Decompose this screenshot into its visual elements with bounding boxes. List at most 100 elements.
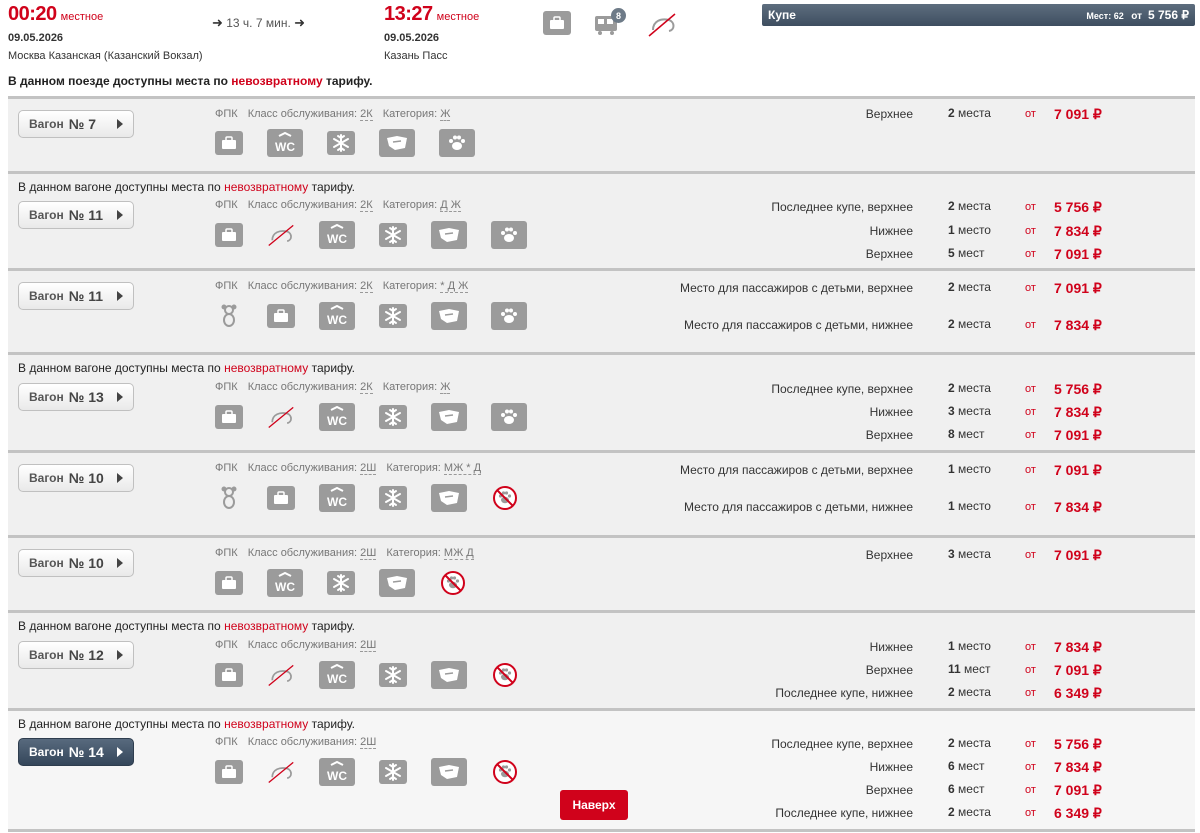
price-from-label: от	[1025, 248, 1036, 260]
price-from-label: от	[1025, 807, 1036, 819]
car-nonrefundable-note: В данном вагоне доступны места по невозв…	[18, 361, 355, 375]
seat-count: 6 мест	[948, 759, 985, 773]
amenity-icons: WC	[215, 129, 499, 157]
seat-offer-row[interactable]: Верхнее 8 мест от 7 091 ₽	[8, 427, 1195, 447]
price-from-label: от	[1025, 761, 1036, 773]
seat-offer-row[interactable]: Место для пассажиров с детьми, нижнее 1 м…	[8, 499, 1195, 519]
seat-offer-row[interactable]: Последнее купе, верхнее 2 места от 5 756 ₽	[8, 736, 1195, 756]
trip-header: 00:20 местное 09.05.2026 Москва Казанская…	[0, 0, 1200, 96]
trip-duration: ➜ 13 ч. 7 мин. ➜	[212, 15, 306, 30]
seat-price: 6 349 ₽	[1054, 805, 1102, 821]
car-block: Вагон № 10 ФПК Класс обслуживания: 2Ш Катего…	[8, 450, 1195, 535]
seat-offer-row[interactable]: Последнее купе, верхнее 2 места от 5 756 ₽	[8, 381, 1195, 401]
departure-date: 09.05.2026	[8, 32, 64, 44]
seat-type: Верхнее	[865, 663, 913, 677]
seat-count: 2 места	[948, 381, 991, 395]
seat-count: 2 места	[948, 317, 991, 331]
seat-offer-row[interactable]: Последнее купе, нижнее 2 места от 6 349 ₽	[8, 685, 1195, 705]
seat-offer-row[interactable]: Нижнее 1 место от 7 834 ₽	[8, 223, 1195, 243]
seat-price: 7 091 ₽	[1054, 462, 1102, 478]
pets-allowed-icon	[439, 129, 475, 157]
price-from-label: от	[1025, 664, 1036, 676]
car-nonrefundable-note: В данном вагоне доступны места по невозв…	[18, 180, 355, 194]
price-from-label: от	[1025, 464, 1036, 476]
arrival-time: 13:27 местное	[384, 3, 480, 25]
wc-icon: WC	[267, 569, 303, 597]
price-from-label: от	[1025, 687, 1036, 699]
seat-price: 6 349 ₽	[1054, 685, 1102, 701]
price-from-label: от	[1025, 406, 1036, 418]
seat-type: Верхнее	[865, 107, 913, 121]
seat-price: 7 091 ₽	[1054, 547, 1102, 563]
seat-count: 2 места	[948, 736, 991, 750]
car-block: Вагон № 7 ФПК Класс обслуживания: 2К Категор…	[8, 96, 1195, 171]
seat-type: Нижнее	[869, 405, 913, 419]
seat-count: 11 мест	[948, 662, 991, 676]
luggage-icon	[215, 131, 243, 155]
arrow-right-icon: ➜	[294, 15, 306, 30]
arrival-date: 09.05.2026	[384, 32, 440, 44]
car-block: Вагон № 10 ФПК Класс обслуживания: 2Ш Катего…	[8, 535, 1195, 610]
seat-offer-row[interactable]: Место для пассажиров с детьми, нижнее 2 м…	[8, 317, 1195, 337]
seat-type: Верхнее	[865, 783, 913, 797]
seat-price: 5 756 ₽	[1054, 381, 1102, 397]
seat-type: Место для пассажиров с детьми, нижнее	[684, 318, 913, 332]
seat-offer-row[interactable]: Место для пассажиров с детьми, верхнее 1 …	[8, 462, 1195, 482]
seat-offer-row[interactable]: Последнее купе, верхнее 2 места от 5 756 ₽	[8, 199, 1195, 219]
wagons-count-badge: 8	[611, 8, 626, 23]
seat-offer-row[interactable]: Нижнее 3 места от 7 834 ₽	[8, 404, 1195, 424]
seat-price: 7 091 ₽	[1054, 106, 1102, 122]
luggage-icon	[215, 571, 243, 595]
bed-linen-icon	[379, 129, 415, 157]
arrival-station: Казань Пасс	[384, 50, 448, 62]
seat-type: Последнее купе, нижнее	[775, 686, 913, 700]
seat-price: 7 834 ₽	[1054, 639, 1102, 655]
price-from-label: от	[1025, 738, 1036, 750]
seat-count: 1 место	[948, 223, 991, 237]
scroll-top-button[interactable]: Наверх	[560, 790, 628, 820]
seat-count: 1 место	[948, 639, 991, 653]
class-summary-coupe[interactable]: Купе Мест: 62 от 5 756 ₽	[762, 4, 1195, 26]
seat-price: 7 091 ₽	[1054, 280, 1102, 296]
car-block: В данном вагоне доступны места по невозв…	[8, 352, 1195, 450]
seat-count: 2 места	[948, 805, 991, 819]
price-from-label: от	[1025, 429, 1036, 441]
seat-type: Верхнее	[865, 548, 913, 562]
price-from-label: от	[1025, 225, 1036, 237]
price-from-label: от	[1025, 108, 1036, 120]
air-conditioning-icon	[327, 131, 355, 155]
departure-local-label: местное	[60, 11, 104, 23]
seat-offer-row[interactable]: Верхнее 2 места от 7 091 ₽	[8, 106, 1195, 126]
luggage-icon	[543, 11, 571, 35]
seat-type: Последнее купе, верхнее	[771, 382, 913, 396]
price-from-label: от	[1025, 784, 1036, 796]
seat-type: Место для пассажиров с детьми, нижнее	[684, 500, 913, 514]
seat-type: Верхнее	[865, 428, 913, 442]
seat-count: 1 место	[948, 499, 991, 513]
seat-offer-row[interactable]: Верхнее 3 места от 7 091 ₽	[8, 547, 1195, 567]
price-from-label: от	[1025, 383, 1036, 395]
seat-type: Место для пассажиров с детьми, верхнее	[679, 463, 913, 477]
seat-count: 6 мест	[948, 782, 985, 796]
seat-offer-row[interactable]: Место для пассажиров с детьми, верхнее 2 …	[8, 280, 1195, 300]
departure-station: Москва Казанская (Казанский Вокзал)	[8, 50, 203, 62]
car-block: Вагон № 11 ФПК Класс обслуживания: 2К Катего…	[8, 268, 1195, 352]
seat-offer-row[interactable]: Верхнее 5 мест от 7 091 ₽	[8, 246, 1195, 266]
seat-offer-row[interactable]: Верхнее 11 мест от 7 091 ₽	[8, 662, 1195, 682]
seat-price: 5 756 ₽	[1054, 199, 1102, 215]
arrival-local-label: местное	[436, 11, 480, 23]
seat-offer-row[interactable]: Нижнее 6 мест от 7 834 ₽	[8, 759, 1195, 779]
seat-price: 7 834 ₽	[1054, 223, 1102, 239]
seat-price: 7 091 ₽	[1054, 662, 1102, 678]
bed-linen-icon	[379, 569, 415, 597]
svg-text:WC: WC	[275, 580, 295, 594]
car-nonrefundable-note: В данном вагоне доступны места по невозв…	[18, 619, 355, 633]
seat-count: 2 места	[948, 280, 991, 294]
seat-offer-row[interactable]: Нижнее 1 место от 7 834 ₽	[8, 639, 1195, 659]
price-from-label: от	[1025, 319, 1036, 331]
car-block: В данном вагоне доступны места по невозв…	[8, 171, 1195, 268]
svg-text:WC: WC	[275, 140, 295, 154]
seat-type: Нижнее	[869, 224, 913, 238]
seat-count: 2 места	[948, 199, 991, 213]
price-from-label: от	[1025, 201, 1036, 213]
